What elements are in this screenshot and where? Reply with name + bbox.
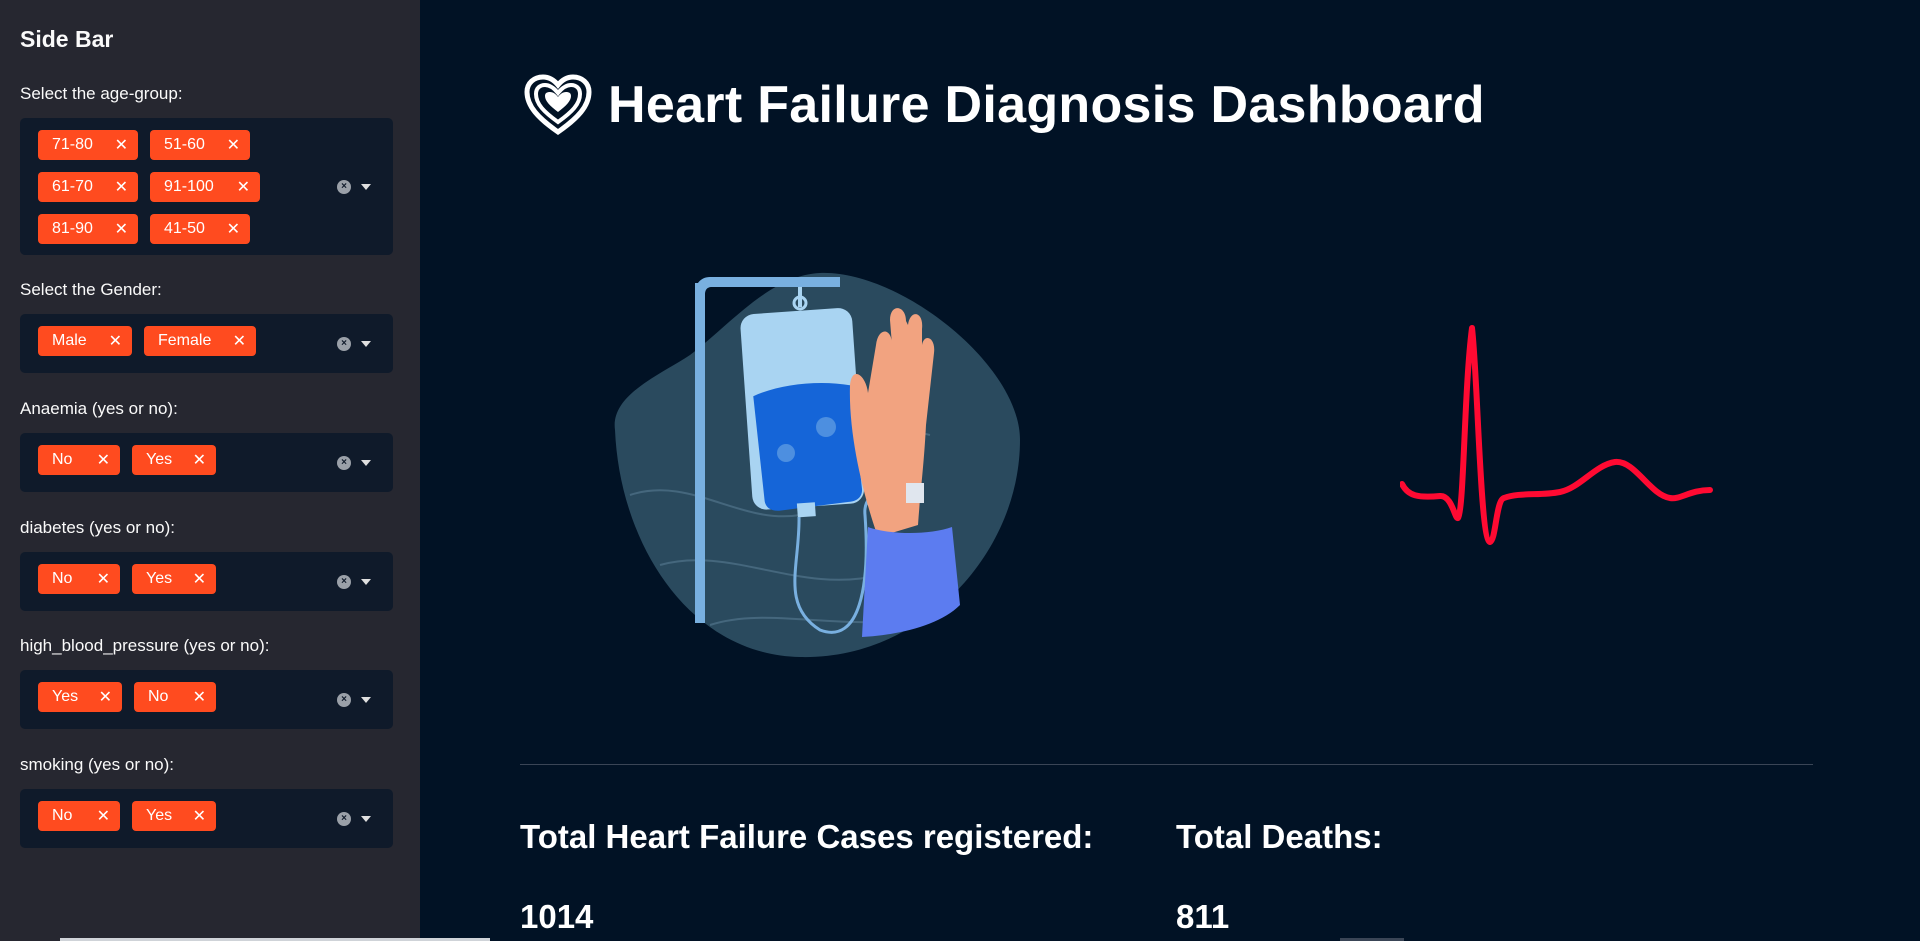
chevron-down-icon[interactable] (361, 815, 371, 822)
clear-all-icon[interactable]: × (337, 455, 351, 470)
tag-41-50[interactable]: 41-50 ✕ (150, 214, 250, 244)
clear-all-icon[interactable]: × (337, 179, 351, 194)
iv-drip-illustration (614, 272, 1020, 658)
age-group-label: Select the age-group: (20, 84, 183, 103)
total-deaths-label: Total Deaths: (1176, 818, 1383, 855)
chevron-down-icon[interactable] (361, 578, 371, 585)
remove-tag-icon[interactable]: ✕ (227, 135, 240, 155)
clear-all-icon[interactable]: × (337, 336, 351, 351)
tag-no[interactable]: No ✕ (38, 445, 120, 475)
remove-tag-icon[interactable]: ✕ (109, 331, 122, 351)
sidebar: Side Bar Select the age-group: 71-80 ✕ 51… (0, 0, 490, 941)
age-group-multiselect[interactable]: 71-80 ✕ 51-60 ✕ 61-70 ✕ 91-100 ✕ 81-90 ✕ 41-5… (20, 118, 393, 255)
remove-tag-icon[interactable]: ✕ (97, 806, 110, 826)
clear-all-icon[interactable]: × (337, 811, 351, 826)
anaemia-label: Anaemia (yes or no): (20, 399, 178, 418)
gender-multiselect[interactable]: Male ✕ Female ✕ × (20, 314, 393, 373)
chevron-down-icon[interactable] (361, 183, 371, 190)
remove-tag-icon[interactable]: ✕ (97, 450, 110, 470)
tag-no[interactable]: No ✕ (38, 564, 120, 594)
page-header: Heart Failure Diagnosis Dashboard (524, 74, 1485, 136)
remove-tag-icon[interactable]: ✕ (97, 569, 110, 589)
tag-yes[interactable]: Yes ✕ (132, 445, 216, 475)
clear-all-icon[interactable]: × (337, 692, 351, 707)
remove-tag-icon[interactable]: ✕ (237, 177, 250, 197)
tag-no[interactable]: No ✕ (134, 682, 216, 712)
tag-male[interactable]: Male ✕ (38, 326, 132, 356)
remove-tag-icon[interactable]: ✕ (227, 219, 240, 239)
tag-71-80[interactable]: 71-80 ✕ (38, 130, 138, 160)
tag-91-100[interactable]: 91-100 ✕ (150, 172, 260, 202)
remove-tag-icon[interactable]: ✕ (193, 687, 206, 707)
tag-no[interactable]: No ✕ (38, 801, 120, 831)
clear-all-icon[interactable]: × (337, 574, 351, 589)
section-divider (520, 764, 1813, 765)
heart-logo-icon (524, 74, 592, 136)
remove-tag-icon[interactable]: ✕ (115, 219, 128, 239)
tag-81-90[interactable]: 81-90 ✕ (38, 214, 138, 244)
remove-tag-icon[interactable]: ✕ (233, 331, 246, 351)
chevron-down-icon[interactable] (361, 340, 371, 347)
remove-tag-icon[interactable]: ✕ (193, 569, 206, 589)
total-cases-label: Total Heart Failure Cases registered: (520, 818, 1094, 855)
total-cases-value: 1014 (520, 898, 594, 935)
tag-yes[interactable]: Yes ✕ (38, 682, 122, 712)
tag-yes[interactable]: Yes ✕ (132, 564, 216, 594)
ecg-heartbeat-icon (1400, 325, 1713, 545)
remove-tag-icon[interactable]: ✕ (99, 687, 112, 707)
remove-tag-icon[interactable]: ✕ (193, 806, 206, 826)
total-deaths-value: 811 (1176, 898, 1230, 935)
remove-tag-icon[interactable]: ✕ (115, 177, 128, 197)
smoking-multiselect[interactable]: No ✕ Yes ✕ × (20, 789, 393, 848)
sidebar-title: Side Bar (20, 26, 114, 52)
tag-yes[interactable]: Yes ✕ (132, 801, 216, 831)
chevron-down-icon[interactable] (361, 459, 371, 466)
remove-tag-icon[interactable]: ✕ (193, 450, 206, 470)
tag-61-70[interactable]: 61-70 ✕ (38, 172, 138, 202)
chevron-down-icon[interactable] (361, 696, 371, 703)
gender-label: Select the Gender: (20, 280, 162, 299)
tag-female[interactable]: Female ✕ (144, 326, 256, 356)
anaemia-multiselect[interactable]: No ✕ Yes ✕ × (20, 433, 393, 492)
tag-51-60[interactable]: 51-60 ✕ (150, 130, 250, 160)
high-blood-pressure-multiselect[interactable]: Yes ✕ No ✕ × (20, 670, 393, 729)
remove-tag-icon[interactable]: ✕ (115, 135, 128, 155)
page-title: Heart Failure Diagnosis Dashboard (608, 76, 1485, 134)
smoking-label: smoking (yes or no): (20, 755, 174, 774)
diabetes-label: diabetes (yes or no): (20, 518, 175, 537)
main-content: Heart Failure Diagnosis Dashboard Total … (420, 0, 1920, 941)
diabetes-multiselect[interactable]: No ✕ Yes ✕ × (20, 552, 393, 611)
high-blood-pressure-label: high_blood_pressure (yes or no): (20, 636, 270, 655)
